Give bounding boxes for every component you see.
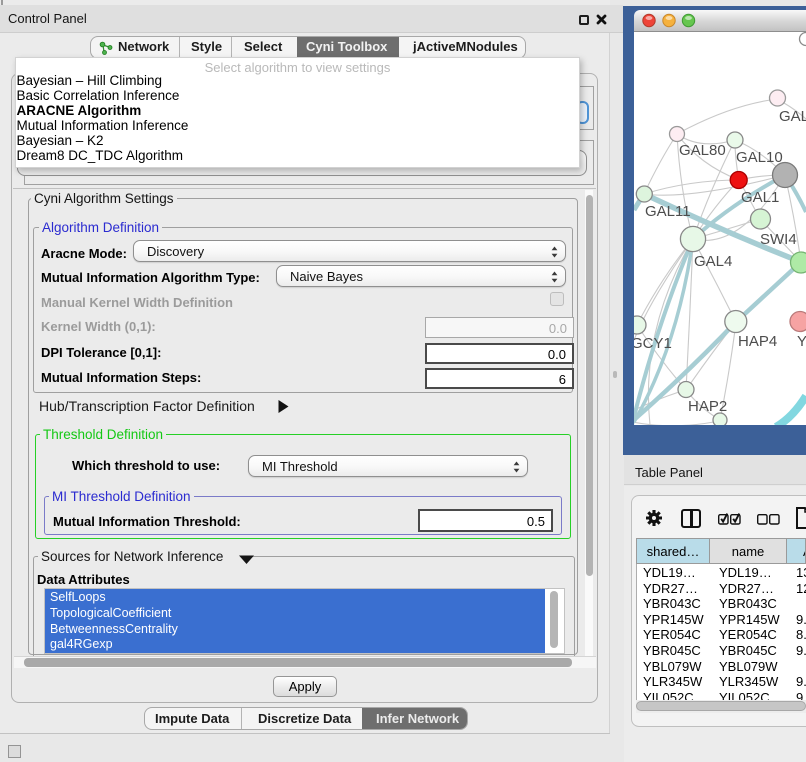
svg-text:GAL7: GAL7 bbox=[779, 108, 806, 125]
svg-text:GAL1: GAL1 bbox=[741, 189, 779, 206]
svg-text:HAP4: HAP4 bbox=[738, 333, 777, 350]
svg-text:GAL80: GAL80 bbox=[679, 142, 726, 159]
svg-text:GCY1: GCY1 bbox=[634, 335, 672, 352]
svg-text:GAL10: GAL10 bbox=[736, 149, 783, 166]
svg-text:SWI4: SWI4 bbox=[760, 231, 797, 248]
svg-text:HAP2: HAP2 bbox=[688, 398, 727, 415]
svg-text:GAL11: GAL11 bbox=[645, 203, 691, 220]
svg-text:YE: YE bbox=[797, 333, 806, 350]
svg-text:GAL4: GAL4 bbox=[694, 253, 732, 270]
